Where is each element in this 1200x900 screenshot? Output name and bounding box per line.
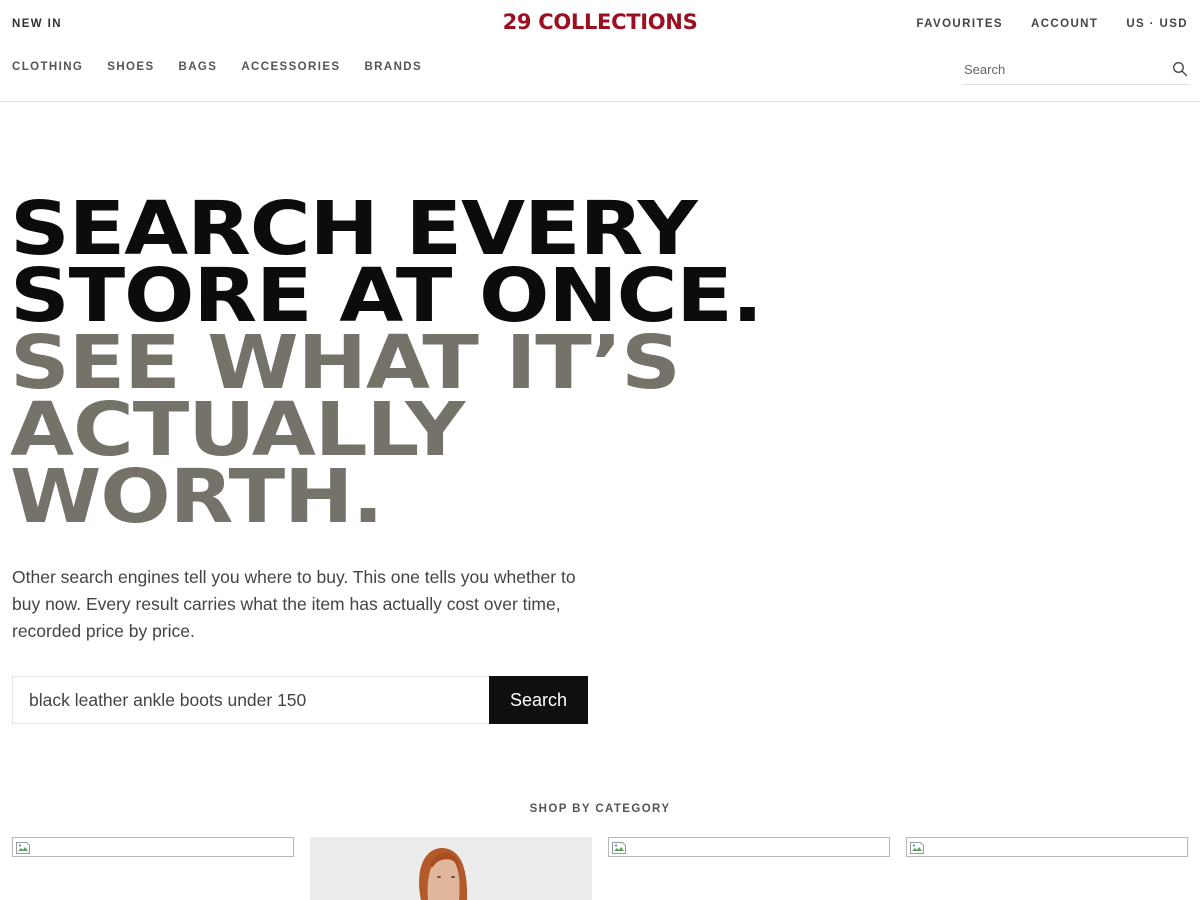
broken-image-icon: [16, 842, 30, 854]
broken-image-frame: [12, 837, 294, 857]
category-tile-4[interactable]: [906, 837, 1188, 900]
shop-by-category-heading: SHOP BY CATEGORY: [529, 803, 671, 815]
broken-image-icon: [910, 842, 924, 854]
main-nav: CLOTHING SHOES BAGS ACCESSORIES BRANDS: [12, 61, 422, 73]
nav-item-clothing[interactable]: CLOTHING: [12, 61, 83, 73]
hero-search-button[interactable]: Search: [489, 676, 588, 724]
hero-intro: Other search engines tell you where to b…: [12, 567, 576, 641]
broken-image-icon: [612, 842, 626, 854]
search-icon[interactable]: [1172, 61, 1188, 77]
nav-item-shoes[interactable]: SHOES: [107, 61, 154, 73]
nav-item-brands[interactable]: BRANDS: [364, 61, 422, 73]
headline-line-5: WORTH.: [10, 454, 384, 540]
site-header: NEW IN FAVOURITES ACCOUNT US · USD 29 CO…: [0, 0, 1200, 102]
category-tile-3[interactable]: [608, 837, 890, 900]
header-search-input[interactable]: [964, 59, 1164, 79]
site-logo[interactable]: 29 COLLECTIONS: [0, 10, 1200, 34]
hero-search: Search: [12, 676, 588, 724]
hero-headline: SEARCH EVERY STORE AT ONCE. SEE WHAT IT’…: [10, 192, 763, 534]
model-photo-image: [310, 837, 592, 900]
nav-item-bags[interactable]: BAGS: [179, 61, 218, 73]
broken-image-frame: [608, 837, 890, 857]
broken-image-frame: [906, 837, 1188, 857]
hero-search-input[interactable]: [12, 676, 490, 724]
category-tile-2[interactable]: [310, 837, 592, 900]
category-tile-1[interactable]: [12, 837, 294, 900]
header-search: [962, 56, 1190, 85]
nav-item-accessories[interactable]: ACCESSORIES: [241, 61, 340, 73]
